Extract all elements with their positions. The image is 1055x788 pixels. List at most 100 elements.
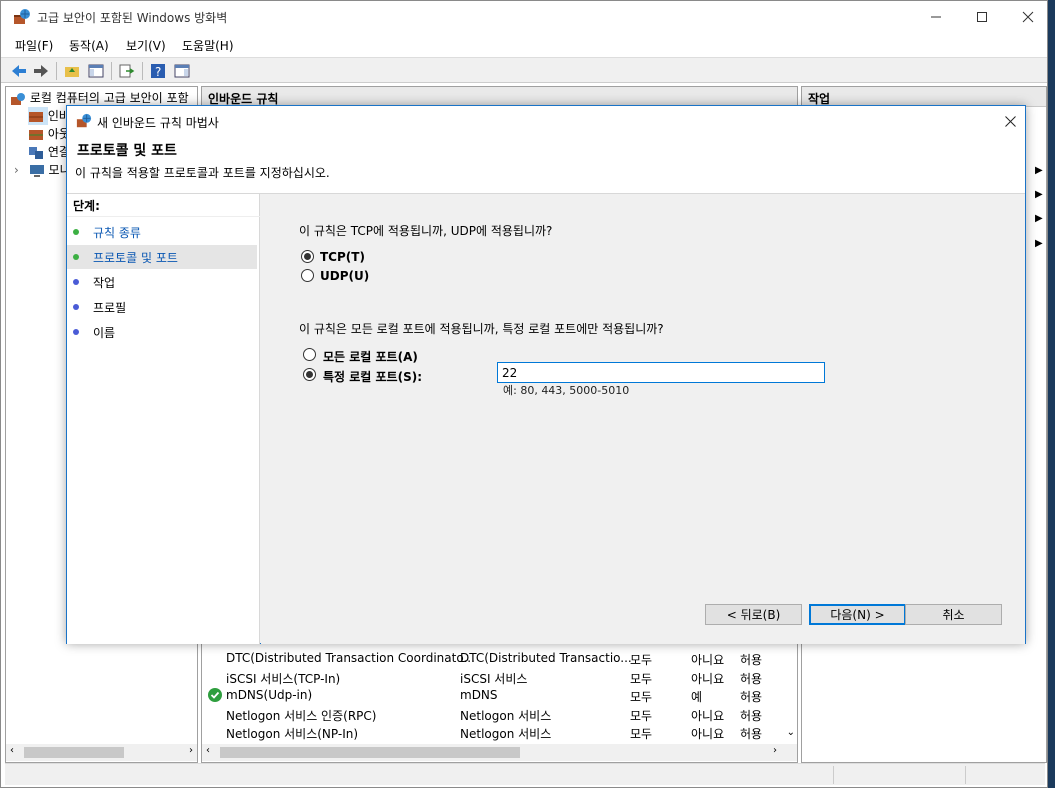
- tree-hscrollbar[interactable]: ‹ ›: [6, 744, 197, 761]
- cell-name: Netlogon 서비스 인증(RPC): [226, 708, 377, 723]
- step-status-dot-icon: [73, 229, 79, 235]
- forward-arrow-icon: [34, 65, 48, 77]
- wizard-step-label: 프로토콜 및 포트: [93, 251, 178, 265]
- minimize-button[interactable]: [913, 1, 959, 33]
- table-row[interactable]: iSCSI 서비스(TCP-In) iSCSI 서비스 모두 아니요 허용: [206, 668, 781, 687]
- tree-item-outbound[interactable]: 아웃: [28, 125, 70, 143]
- cell-profile: 모두: [630, 690, 653, 705]
- step-status-dot-icon: [73, 254, 79, 260]
- table-row[interactable]: DTC(Distributed Transaction Coordinato..…: [206, 649, 781, 668]
- local-port-input[interactable]: [497, 362, 825, 383]
- page-title: 프로토콜 및 포트: [77, 143, 177, 159]
- enabled-check-icon: [208, 688, 222, 705]
- wizard-step[interactable]: 이름: [67, 320, 257, 344]
- forward-button[interactable]: [31, 61, 51, 81]
- help-button[interactable]: ?: [148, 61, 168, 81]
- actions-pane-header: 작업: [802, 87, 1046, 107]
- tree-item-inbound[interactable]: 인바: [28, 107, 70, 125]
- tree-item-monitoring[interactable]: › 모니: [14, 161, 71, 179]
- menu-bar: 파일(F) 동작(A) 보기(V) 도움말(H): [1, 33, 1047, 57]
- cell-action: 허용: [740, 708, 763, 723]
- cell-group: iSCSI 서비스: [460, 671, 528, 686]
- show-hide-tree-button[interactable]: [86, 61, 106, 81]
- cancel-button[interactable]: 취소: [905, 604, 1002, 625]
- scroll-left-icon[interactable]: ‹: [206, 745, 210, 756]
- protocol-question: 이 규칙은 TCP에 적용됩니까, UDP에 적용됩니까?: [299, 224, 553, 238]
- table-row[interactable]: Netlogon 서비스(NP-In) Netlogon 서비스 모두 아니요 허용: [206, 723, 781, 742]
- submenu-arrow-icon[interactable]: ▶: [1035, 165, 1043, 176]
- menu-file[interactable]: 파일(F): [15, 37, 53, 54]
- menu-view[interactable]: 보기(V): [126, 37, 166, 54]
- cell-group: mDNS: [460, 688, 498, 703]
- cell-enabled: 아니요: [691, 708, 725, 723]
- port-example-hint: 예: 80, 443, 5000-5010: [503, 384, 630, 397]
- minimize-icon: [931, 16, 941, 18]
- action-pane-icon: [174, 64, 190, 78]
- dialog-title-bar: 새 인바운드 규칙 마법사: [67, 106, 1025, 136]
- scroll-thumb[interactable]: [220, 747, 520, 758]
- firewall-icon: [14, 9, 30, 24]
- cell-name: Netlogon 서비스(NP-In): [226, 727, 359, 742]
- back-button[interactable]: < 뒤로(B): [705, 604, 802, 625]
- all-ports-radio[interactable]: [303, 348, 316, 361]
- steps-header: 단계:: [73, 199, 100, 213]
- scroll-right-icon[interactable]: ›: [189, 745, 193, 756]
- folder-up-icon: [65, 67, 79, 77]
- dialog-close-button[interactable]: [1001, 112, 1019, 130]
- tcp-label[interactable]: TCP(T): [320, 250, 365, 264]
- submenu-arrow-icon[interactable]: ▶: [1035, 189, 1043, 200]
- cell-enabled: 아니요: [691, 653, 725, 667]
- scroll-thumb[interactable]: [24, 747, 124, 758]
- udp-label[interactable]: UDP(U): [320, 269, 369, 283]
- firewall-icon: [76, 113, 92, 128]
- cell-profile: 모두: [630, 671, 653, 686]
- specific-ports-label[interactable]: 특정 로컬 포트(S):: [323, 368, 422, 385]
- show-action-pane-button[interactable]: [172, 61, 192, 81]
- menu-help[interactable]: 도움말(H): [182, 37, 234, 54]
- scroll-left-icon[interactable]: ‹: [10, 745, 14, 756]
- table-row[interactable]: mDNS(Udp-in) mDNS 모두 예 허용: [206, 686, 781, 705]
- wizard-step-label: 이름: [93, 326, 116, 340]
- wizard-step[interactable]: 작업: [67, 270, 257, 294]
- submenu-arrow-icon[interactable]: ▶: [1035, 213, 1043, 224]
- cell-enabled: 아니요: [691, 727, 725, 742]
- udp-radio[interactable]: [301, 269, 314, 282]
- cell-action: 허용: [740, 653, 763, 667]
- up-folder-button[interactable]: [62, 61, 82, 81]
- wizard-step[interactable]: 프로토콜 및 포트: [67, 245, 257, 269]
- all-ports-label[interactable]: 모든 로컬 포트(A): [323, 348, 418, 365]
- specific-ports-radio[interactable]: [303, 368, 316, 381]
- wizard-step-label: 프로필: [93, 301, 127, 315]
- cell-profile: 모두: [630, 708, 653, 723]
- help-icon: ?: [151, 64, 165, 79]
- next-button[interactable]: 다음(N) >: [809, 604, 906, 625]
- submenu-arrow-icon[interactable]: ▶: [1035, 238, 1043, 249]
- cell-name: mDNS(Udp-in): [226, 688, 313, 703]
- cell-group: Netlogon 서비스: [460, 708, 552, 723]
- port-question: 이 규칙은 모든 로컬 포트에 적용됩니까, 특정 로컬 포트에만 적용됩니까?: [299, 322, 664, 336]
- tcp-radio[interactable]: [301, 250, 314, 263]
- cell-action: 허용: [740, 690, 763, 705]
- export-button[interactable]: [117, 61, 137, 81]
- menu-action[interactable]: 동작(A): [69, 37, 109, 54]
- cell-enabled: 아니요: [691, 671, 725, 686]
- step-status-dot-icon: [73, 304, 79, 310]
- back-button[interactable]: [9, 61, 29, 81]
- dialog-title: 새 인바운드 규칙 마법사: [97, 116, 219, 130]
- cell-name: DTC(Distributed Transaction Coordinato..…: [226, 651, 475, 665]
- maximize-button[interactable]: [959, 1, 1005, 33]
- scroll-right-icon[interactable]: ›: [773, 745, 777, 756]
- scroll-down-icon[interactable]: ⌄: [787, 727, 795, 738]
- wizard-step[interactable]: 프로필: [67, 295, 257, 319]
- export-list-icon: [119, 64, 135, 78]
- monitoring-icon: [29, 164, 44, 177]
- rules-hscrollbar[interactable]: ‹ ›: [202, 744, 797, 761]
- inbound-rules-icon: [29, 111, 43, 122]
- close-button[interactable]: [1005, 1, 1051, 33]
- expand-chevron-icon[interactable]: ›: [14, 163, 19, 177]
- wizard-steps: 단계: 규칙 종류프로토콜 및 포트작업프로필이름: [67, 194, 260, 644]
- wizard-step[interactable]: 규칙 종류: [67, 220, 257, 244]
- cell-group: DTC(Distributed Transactio...: [460, 651, 632, 665]
- table-row[interactable]: Netlogon 서비스 인증(RPC) Netlogon 서비스 모두 아니요 허용: [206, 705, 781, 724]
- tree-item-connection[interactable]: 연결: [28, 143, 70, 161]
